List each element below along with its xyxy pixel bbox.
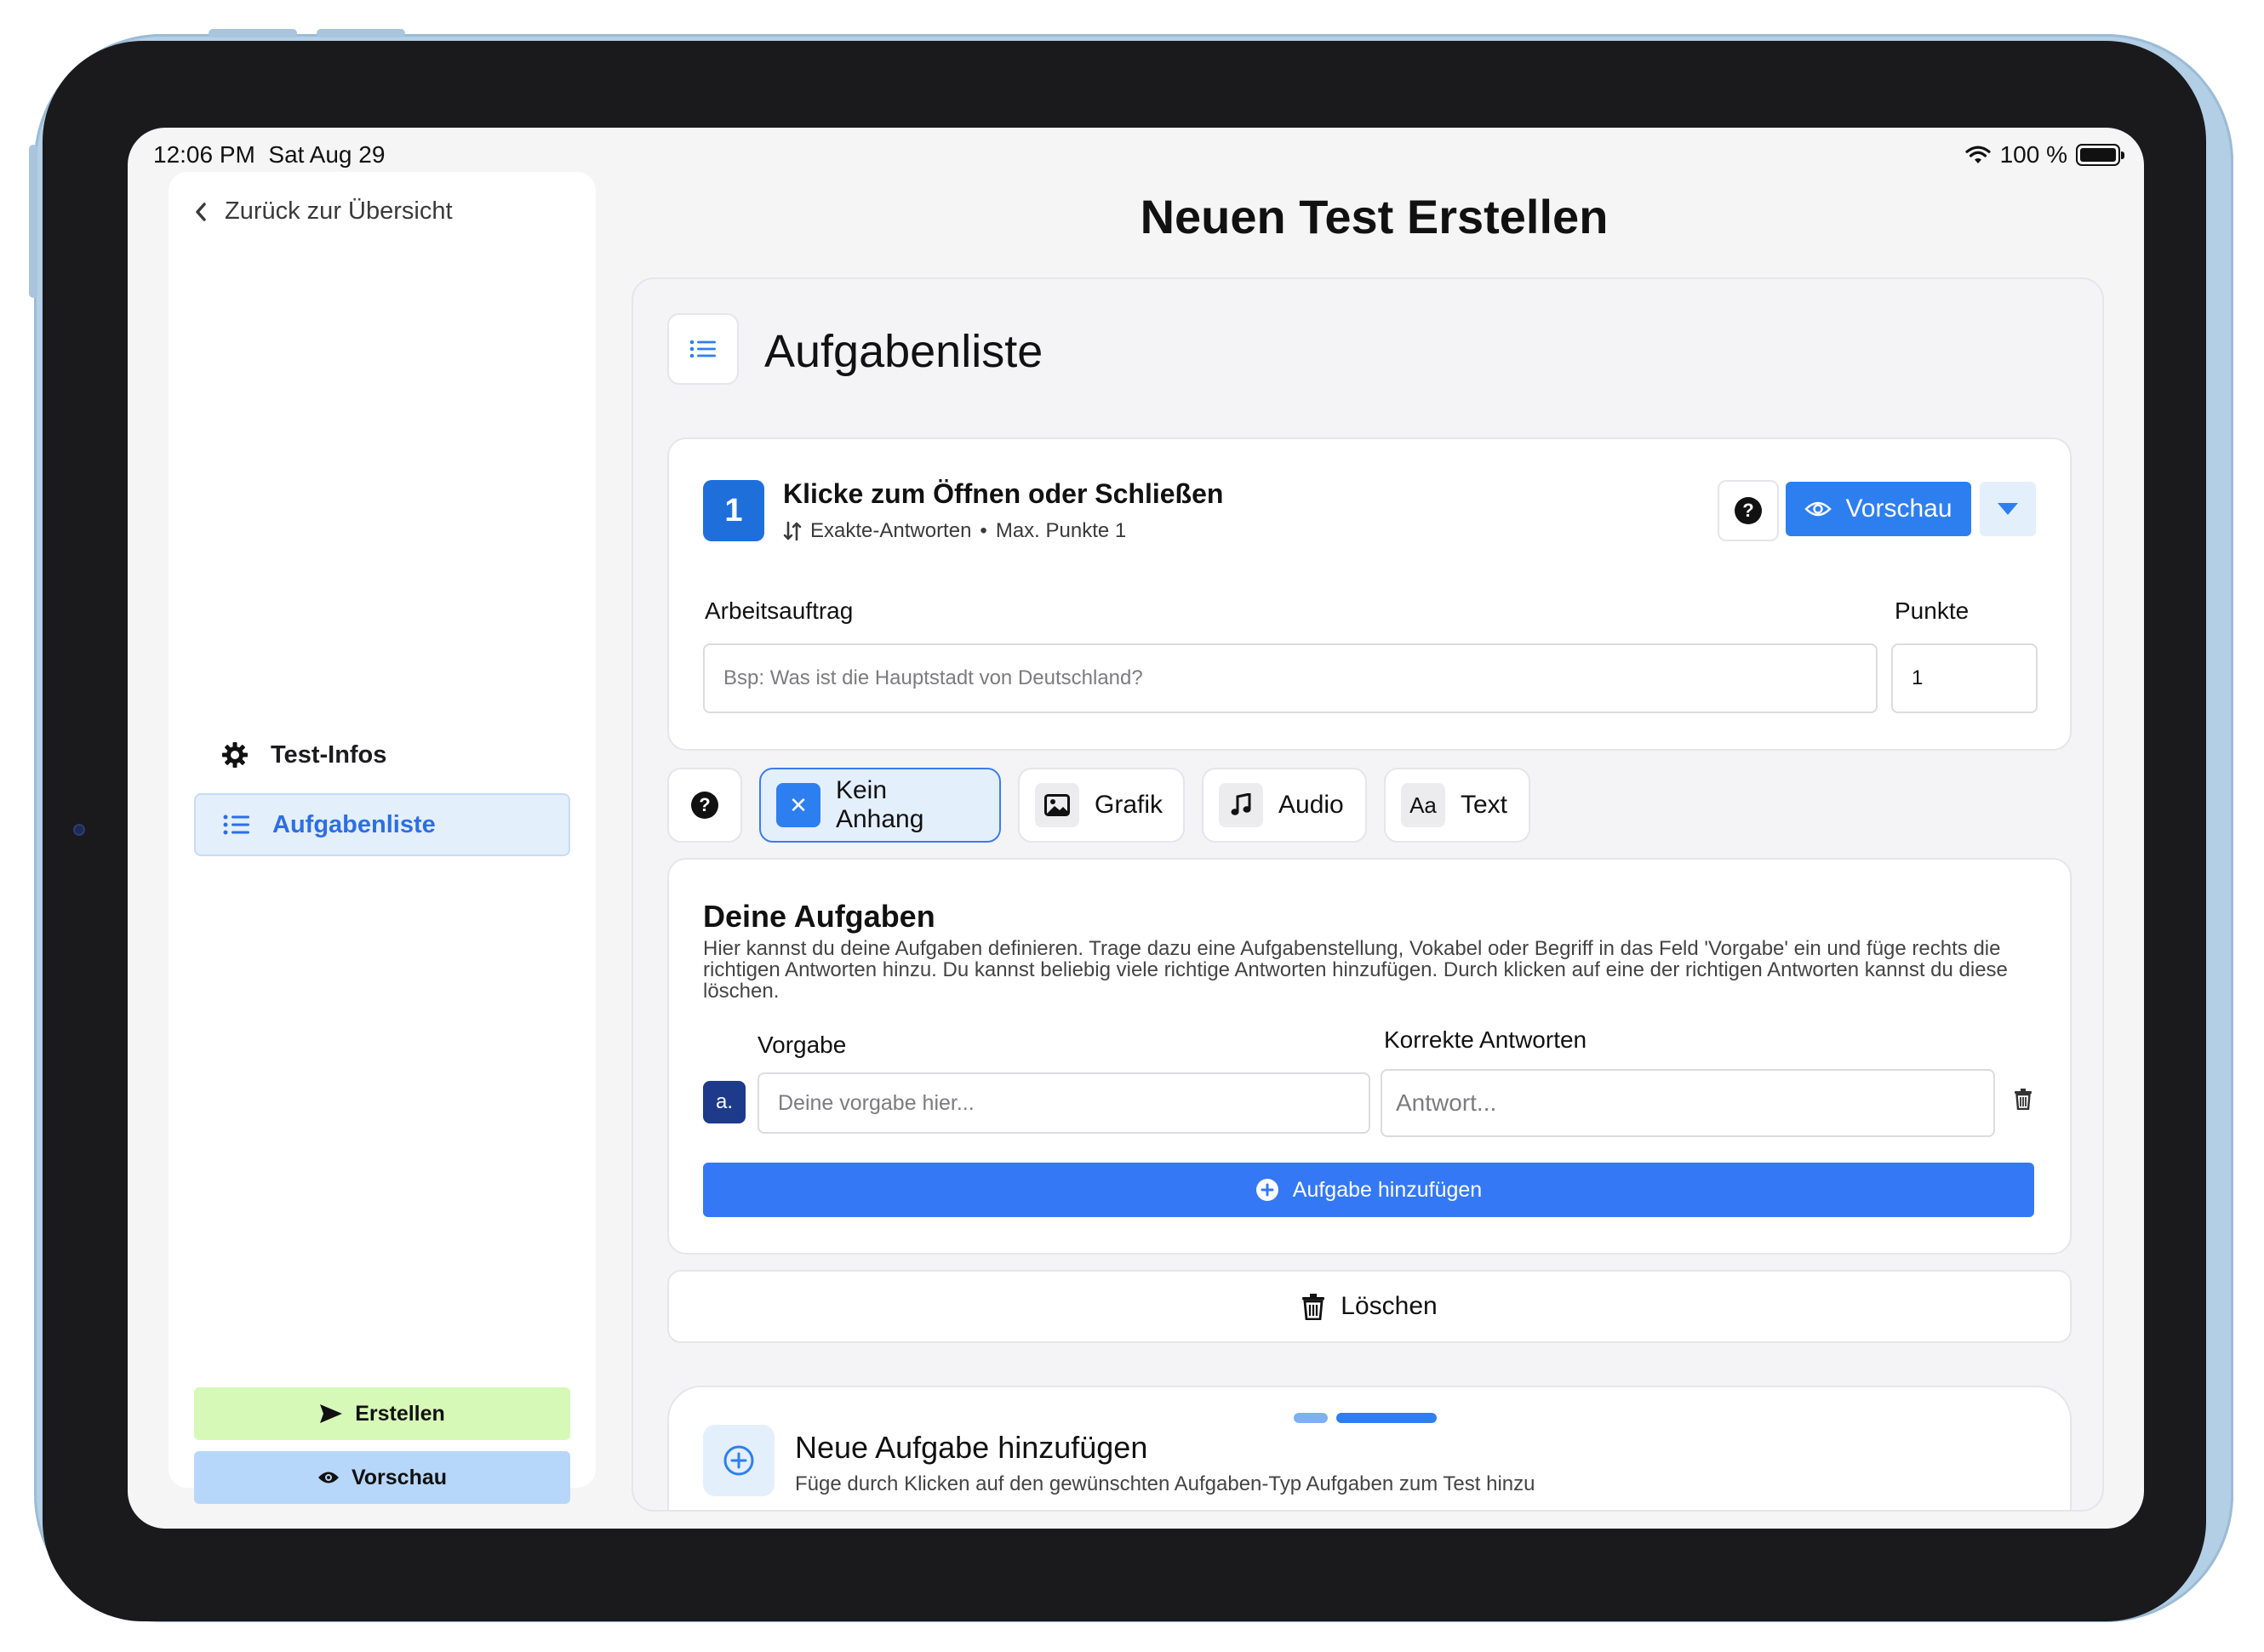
question-circle-icon: ? xyxy=(1735,497,1762,524)
attachment-label: Kein Anhang xyxy=(835,776,924,833)
caret-down-icon xyxy=(1998,503,2018,515)
add-subtask-button[interactable]: Aufgabe hinzufügen xyxy=(703,1163,2034,1217)
task-list-panel: Aufgabenliste 1 Klicke zum Öffnen oder S… xyxy=(632,277,2104,1512)
attachment-none-button[interactable]: ✕ Kein Anhang xyxy=(759,768,1001,843)
list-icon xyxy=(689,340,716,358)
wifi-icon xyxy=(1964,146,1991,163)
subtask-delete-button[interactable] xyxy=(2014,1088,2032,1114)
vorgabe-input[interactable] xyxy=(758,1072,1370,1134)
attachment-label: Grafik xyxy=(1095,791,1163,819)
subtask-letter-badge: a. xyxy=(703,1081,746,1123)
task-max-points: Max. Punkte 1 xyxy=(995,519,1127,542)
plus-circle-icon xyxy=(723,1445,754,1476)
task-card[interactable]: 1 Klicke zum Öffnen oder Schließen Exakt… xyxy=(667,437,2072,751)
send-icon xyxy=(320,1404,343,1423)
subtasks-description: Hier kannst du deine Aufgaben definieren… xyxy=(703,937,2008,1003)
attachment-label: Audio xyxy=(1278,791,1344,819)
volume-button-1 xyxy=(209,29,297,37)
page-title: Neuen Test Erstellen xyxy=(1140,190,1609,243)
task-preview-button[interactable]: Vorschau xyxy=(1786,482,1971,536)
swap-icon xyxy=(783,521,802,541)
trash-icon xyxy=(2015,1089,2032,1111)
sidebar-item-label: Test-Infos xyxy=(271,740,387,769)
points-label: Punkte xyxy=(1895,597,1970,624)
points-input[interactable] xyxy=(1891,643,2038,713)
sidebar: Zurück zur Übersicht Test-Infos Aufgaben… xyxy=(169,172,596,1504)
screen: 12:06 PM Sat Aug 29 100 % Zurück zur Übe… xyxy=(128,128,2144,1529)
status-time: 12:06 PM Sat Aug 29 xyxy=(153,141,386,168)
task-help-button[interactable]: ? xyxy=(1718,480,1779,541)
attachment-text-button[interactable]: Aa Text xyxy=(1384,768,1530,843)
music-note-icon xyxy=(1219,783,1263,827)
text-format-icon: Aa xyxy=(1401,783,1445,827)
subtasks-card: Deine Aufgaben Hier kannst du deine Aufg… xyxy=(667,858,2072,1255)
subtasks-title: Deine Aufgaben xyxy=(703,899,935,934)
attachment-audio-button[interactable]: Audio xyxy=(1202,768,1367,843)
answers-column-label: Korrekte Antworten xyxy=(1384,1026,1587,1053)
eye-icon xyxy=(317,1472,339,1483)
new-task-icon-box xyxy=(703,1425,775,1496)
attachment-grafik-button[interactable]: Grafik xyxy=(1018,768,1185,843)
sidebar-item-label: Aufgabenliste xyxy=(272,810,436,838)
image-icon xyxy=(1035,783,1079,827)
instruction-input[interactable] xyxy=(703,643,1878,713)
task-collapse-button[interactable] xyxy=(1980,482,2036,536)
attachment-help-button[interactable]: ? xyxy=(667,768,742,843)
sidebar-preview-button[interactable]: Vorschau xyxy=(194,1451,570,1504)
camera xyxy=(73,824,85,836)
scroll-indicator xyxy=(1268,1398,1462,1438)
answer-input[interactable] xyxy=(1381,1069,1995,1137)
new-task-title: Neue Aufgabe hinzufügen xyxy=(795,1430,1148,1465)
create-button[interactable]: Erstellen xyxy=(194,1387,570,1440)
section-icon-box xyxy=(667,313,739,385)
instruction-label: Arbeitsauftrag xyxy=(705,597,854,624)
task-preview-label: Vorschau xyxy=(1845,494,1952,523)
meta-separator: • xyxy=(980,519,987,542)
battery-icon xyxy=(2076,144,2124,166)
attachment-label: Text xyxy=(1461,791,1508,819)
preview-button-label: Vorschau xyxy=(351,1465,448,1489)
question-circle-icon: ? xyxy=(691,792,718,819)
section-heading: Aufgabenliste xyxy=(764,326,1043,377)
status-right: 100 % xyxy=(1964,141,2124,169)
delete-task-button[interactable]: Löschen xyxy=(667,1270,2072,1343)
list-icon xyxy=(223,815,249,835)
new-task-description: Füge durch Klicken auf den gewünschten A… xyxy=(795,1472,1535,1495)
back-link-label: Zurück zur Übersicht xyxy=(225,197,453,225)
gear-icon xyxy=(222,742,248,768)
sidebar-item-test-infos[interactable]: Test-Infos xyxy=(194,723,570,786)
create-button-label: Erstellen xyxy=(355,1401,445,1426)
battery-text: 100 % xyxy=(1999,141,2067,168)
trash-icon xyxy=(1302,1294,1325,1320)
task-type: Exakte-Antworten xyxy=(810,519,972,542)
task-meta: Exakte-Antworten • Max. Punkte 1 xyxy=(783,519,1126,543)
scroll-indicator-active xyxy=(1336,1413,1437,1423)
vorgabe-column-label: Vorgabe xyxy=(758,1032,847,1058)
scroll-indicator-dot xyxy=(1294,1413,1328,1423)
back-link[interactable]: Zurück zur Übersicht xyxy=(194,197,453,226)
close-icon: ✕ xyxy=(776,783,820,827)
delete-task-label: Löschen xyxy=(1341,1292,1438,1320)
plus-circle-icon xyxy=(1255,1179,1278,1201)
task-number-badge: 1 xyxy=(703,480,764,541)
sidebar-item-aufgabenliste[interactable]: Aufgabenliste xyxy=(194,793,570,856)
chevron-left-icon xyxy=(196,202,206,221)
volume-button-2 xyxy=(317,29,405,37)
eye-icon xyxy=(1804,501,1832,517)
add-subtask-label: Aufgabe hinzufügen xyxy=(1292,1177,1483,1202)
task-title[interactable]: Klicke zum Öffnen oder Schließen xyxy=(783,478,1223,510)
top-button xyxy=(29,145,37,298)
